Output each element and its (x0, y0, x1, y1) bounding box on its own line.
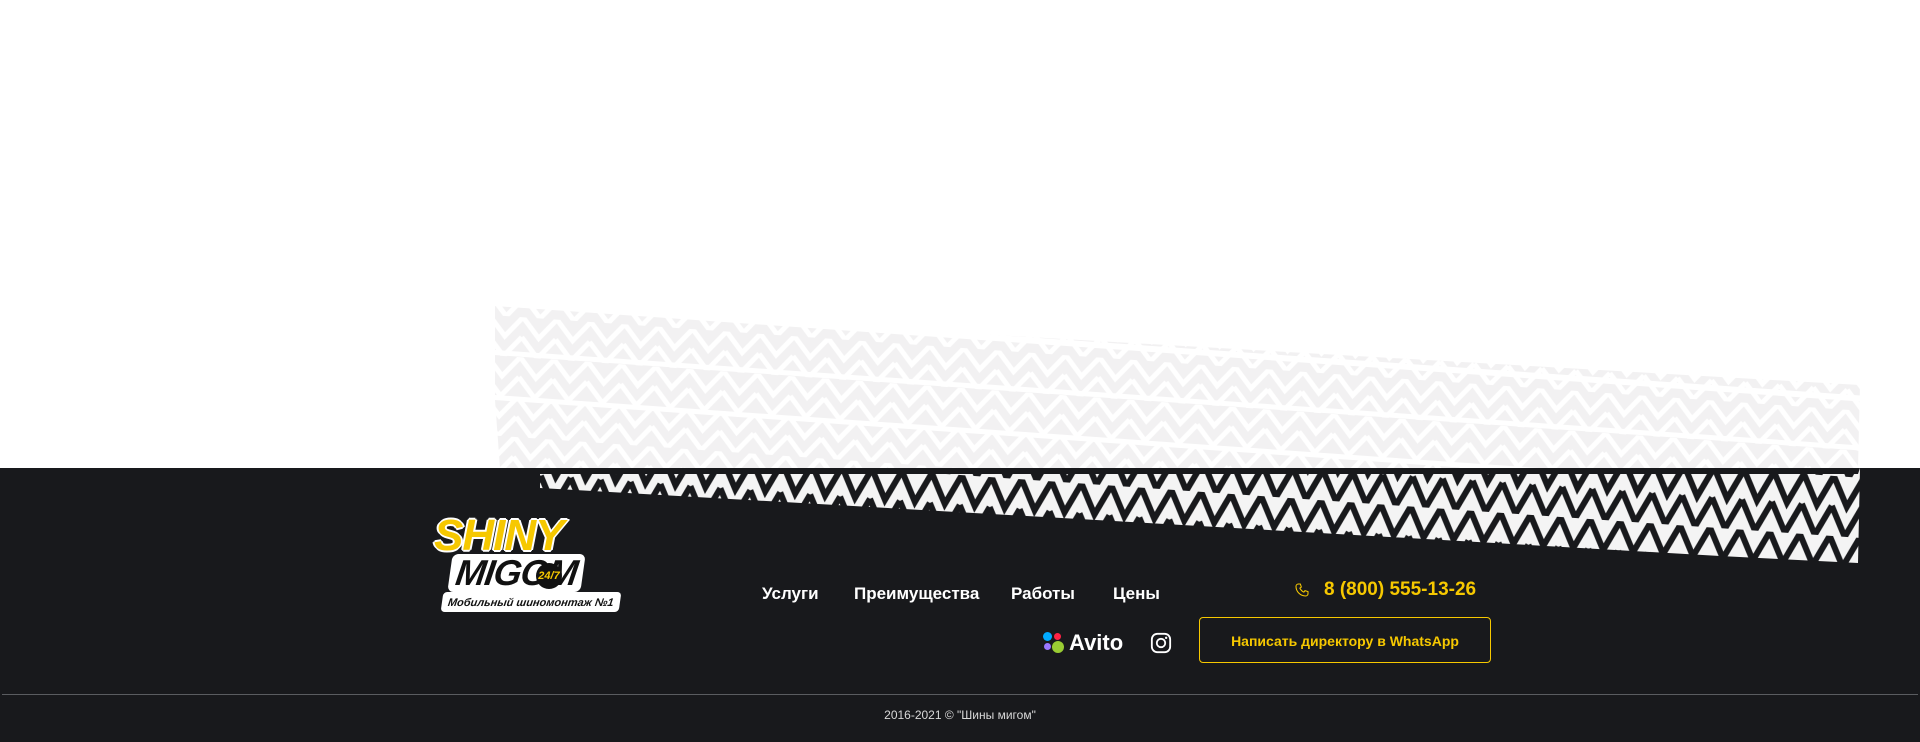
logo-badge: 24/7 (536, 563, 562, 589)
site-footer: SHINY MIGOM 24/7 Мобильный шиномонтаж №1… (0, 468, 1920, 742)
avito-logo-icon (1043, 632, 1065, 654)
logo-tagline: Мобильный шиномонтаж №1 (447, 597, 615, 609)
nav-item-services[interactable]: Услуги (762, 584, 819, 604)
avito-label: Avito (1069, 630, 1124, 655)
phone-icon (1295, 583, 1309, 597)
tire-tread-decoration (494, 300, 1872, 468)
instagram-icon[interactable] (1150, 632, 1172, 654)
site-logo[interactable]: SHINY MIGOM 24/7 Мобильный шиномонтаж №1 (430, 513, 622, 612)
whatsapp-director-button[interactable]: Написать директору в WhatsApp (1199, 617, 1491, 663)
copyright-text: 2016-2021 © "Шины мигом" (884, 708, 1036, 722)
phone-number: 8 (800) 555-13-26 (1324, 579, 1477, 600)
logo-tagline-backdrop: Мобильный шиномонтаж №1 (440, 592, 622, 612)
avito-link[interactable]: Avito (1043, 631, 1123, 655)
logo-line2-backdrop: MIGOM (447, 552, 586, 593)
tire-tread-footer-decoration (540, 468, 1860, 563)
phone-link[interactable]: 8 (800) 555-13-26 (1294, 579, 1476, 601)
nav-item-advantages[interactable]: Преимущества (854, 584, 979, 604)
nav-item-works[interactable]: Работы (1011, 584, 1075, 604)
footer-divider (2, 694, 1918, 695)
nav-item-prices[interactable]: Цены (1113, 584, 1160, 604)
